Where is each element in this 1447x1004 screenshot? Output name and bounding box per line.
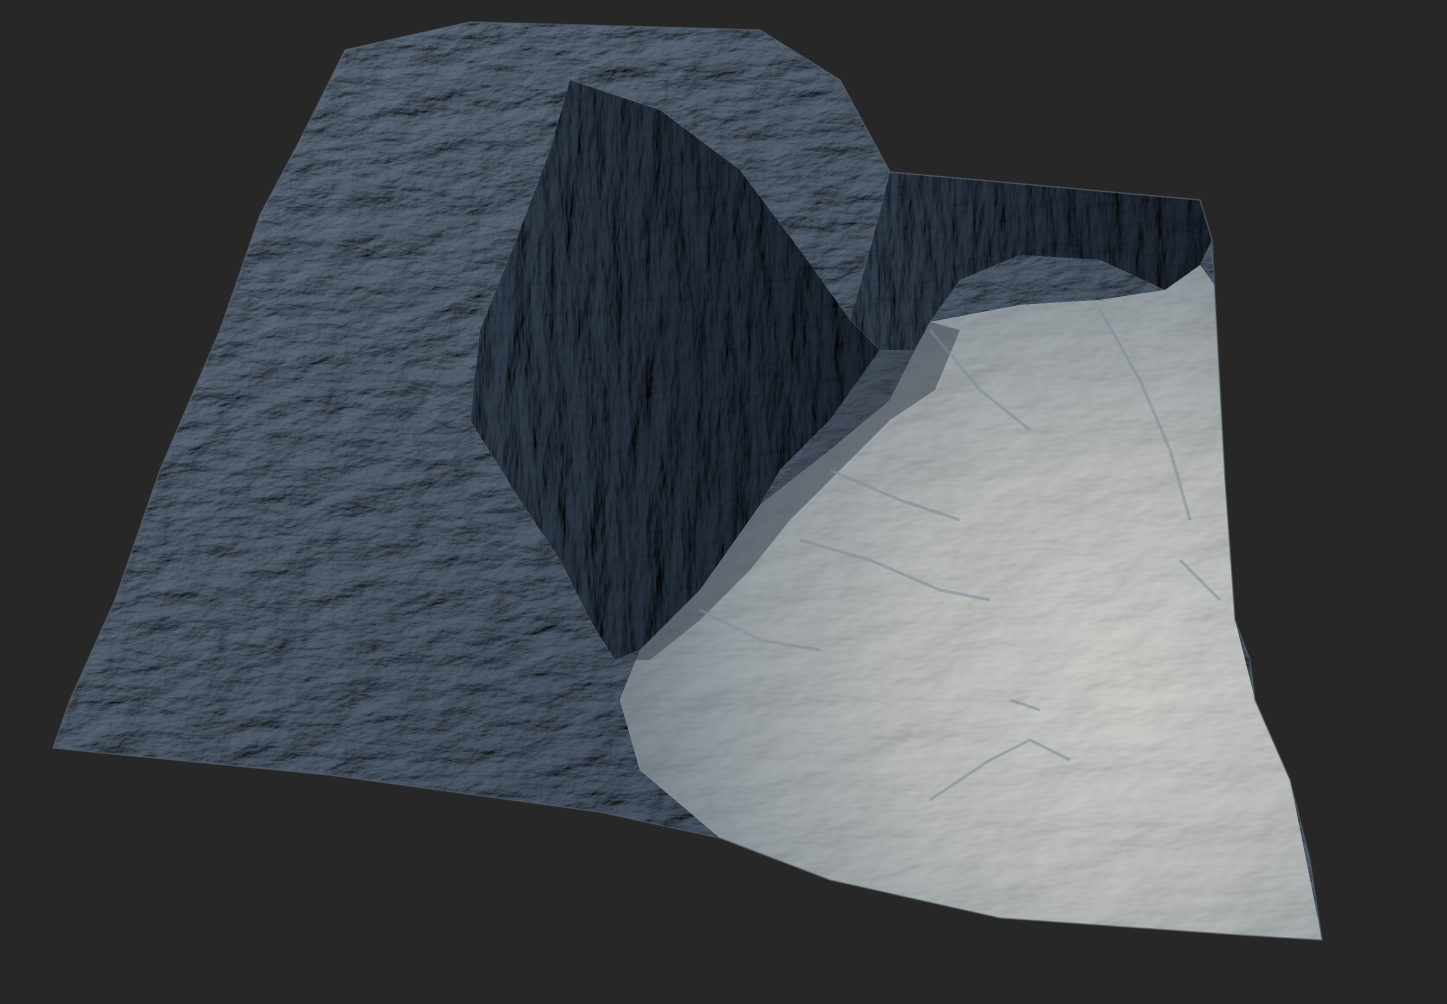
render-viewport[interactable]: [0, 0, 1447, 1004]
terrain-render: [51, 21, 1323, 941]
terrain-tile: [53, 22, 1322, 940]
